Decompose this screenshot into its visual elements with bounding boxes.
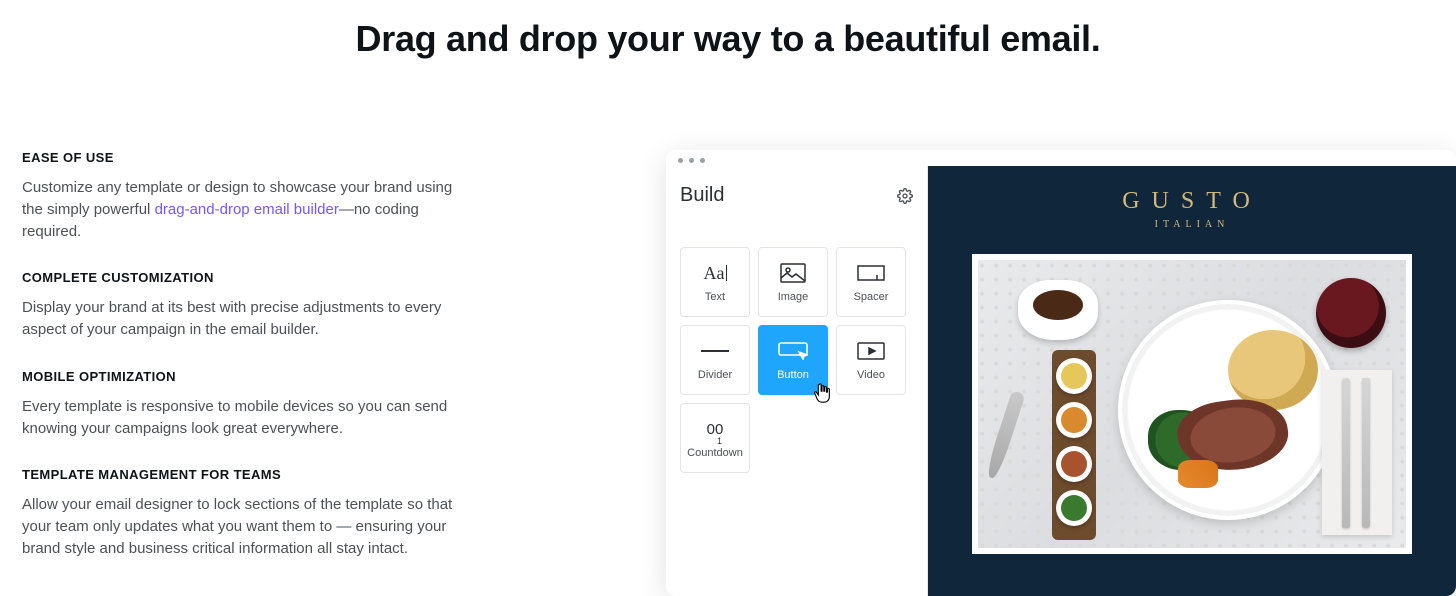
tile-label: Video <box>857 369 885 381</box>
ramekin <box>1056 490 1092 526</box>
drag-and-drop-link[interactable]: drag-and-drop email builder <box>155 201 339 218</box>
window-controls <box>666 150 1456 166</box>
email-preview: GUSTO ITALIAN <box>928 166 1456 596</box>
ramekin <box>1056 446 1092 482</box>
block-tile-grid: Aa Text Image <box>680 247 913 473</box>
button-icon <box>778 339 808 363</box>
tile-countdown[interactable]: 001 Countdown <box>680 403 750 473</box>
tile-label: Button <box>777 369 809 381</box>
feature-mobile-optimization: MOBILE OPTIMIZATION Every template is re… <box>22 369 460 440</box>
feature-title: COMPLETE CUSTOMIZATION <box>22 270 460 285</box>
carrots <box>1178 460 1218 488</box>
countdown-icon: 001 <box>707 417 724 441</box>
image-icon <box>780 261 806 285</box>
yorkshire-pudding <box>1228 330 1318 410</box>
tile-label: Spacer <box>854 291 889 303</box>
wine-glass <box>1316 278 1386 348</box>
build-panel-header: Build <box>680 184 913 207</box>
tile-label: Countdown <box>687 447 743 459</box>
brand-tagline: ITALIAN <box>1155 219 1230 230</box>
tile-label: Image <box>778 291 809 303</box>
window-dot <box>689 158 694 163</box>
feature-text: Allow your email designer to lock sectio… <box>22 494 460 559</box>
tile-divider[interactable]: Divider <box>680 325 750 395</box>
page-headline: Drag and drop your way to a beautiful em… <box>0 0 1456 60</box>
email-builder-window: Build Aa Text <box>666 150 1456 596</box>
app-body: Build Aa Text <box>666 166 1456 596</box>
feature-text: Every template is responsive to mobile d… <box>22 396 460 440</box>
feature-template-management: TEMPLATE MANAGEMENT FOR TEAMS Allow your… <box>22 467 460 559</box>
video-icon <box>857 339 885 363</box>
tile-text[interactable]: Aa Text <box>680 247 750 317</box>
fork <box>1342 378 1350 528</box>
feature-title: EASE OF USE <box>22 150 460 165</box>
hero-image <box>978 260 1406 548</box>
hero-image-frame <box>972 254 1412 554</box>
spoon <box>984 390 1025 480</box>
napkin <box>1322 370 1392 535</box>
feature-text: Customize any template or design to show… <box>22 177 460 242</box>
text-icon: Aa <box>704 261 727 285</box>
build-panel-title: Build <box>680 184 724 207</box>
build-panel: Build Aa Text <box>666 166 928 596</box>
feature-list: EASE OF USE Customize any template or de… <box>0 150 520 588</box>
tile-label: Divider <box>698 369 732 381</box>
content-row: EASE OF USE Customize any template or de… <box>0 150 1456 596</box>
feature-ease-of-use: EASE OF USE Customize any template or de… <box>22 150 460 242</box>
tile-video[interactable]: Video <box>836 325 906 395</box>
spacer-icon <box>857 261 885 285</box>
window-dot <box>700 158 705 163</box>
feature-complete-customization: COMPLETE CUSTOMIZATION Display your bran… <box>22 270 460 341</box>
tile-label: Text <box>705 291 725 303</box>
ramekin <box>1056 402 1092 438</box>
brand-name: GUSTO <box>1122 188 1262 215</box>
cursor-hand-icon <box>811 382 833 404</box>
tile-image[interactable]: Image <box>758 247 828 317</box>
feature-text: Display your brand at its best with prec… <box>22 297 460 341</box>
feature-title: TEMPLATE MANAGEMENT FOR TEAMS <box>22 467 460 482</box>
ramekin <box>1056 358 1092 394</box>
window-dot <box>678 158 683 163</box>
gear-icon[interactable] <box>897 188 913 204</box>
gravy-boat <box>1018 280 1098 340</box>
divider-icon <box>701 339 729 363</box>
knife <box>1362 378 1370 528</box>
tile-button[interactable]: Button <box>758 325 828 395</box>
tile-spacer[interactable]: Spacer <box>836 247 906 317</box>
feature-title: MOBILE OPTIMIZATION <box>22 369 460 384</box>
